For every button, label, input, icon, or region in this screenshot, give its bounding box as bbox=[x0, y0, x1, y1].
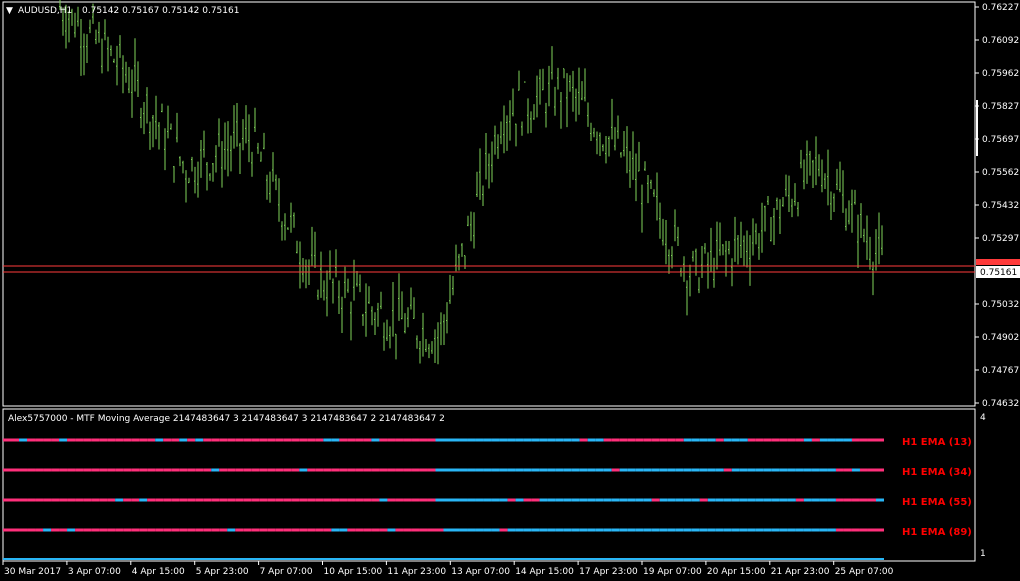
symbol-title: AUDUSD,H1 bbox=[18, 6, 72, 16]
time-tick-label: 19 Apr 07:00 bbox=[643, 567, 702, 577]
dropdown-arrow-icon[interactable]: ▼ bbox=[6, 6, 13, 16]
time-tick-label: 13 Apr 07:00 bbox=[451, 567, 510, 577]
time-tick-label: 30 Mar 2017 bbox=[4, 567, 61, 577]
scroll-indicator[interactable] bbox=[976, 100, 978, 156]
ohlc-values: 0.75142 0.75167 0.75142 0.75161 bbox=[82, 6, 239, 16]
indicator-title: Alex5757000 - MTF Moving Average 2147483… bbox=[8, 414, 445, 424]
chart-window[interactable]: 0.76227 0.76092 0.75962 0.75827 0.75697 0.755… bbox=[0, 0, 1020, 581]
price-tick-label: 0.76092 bbox=[982, 36, 1019, 46]
price-tick-label: 0.74632 bbox=[982, 399, 1019, 409]
ema-label-34: H1 EMA (34) bbox=[902, 467, 972, 478]
price-axis: 0.76227 0.76092 0.75962 0.75827 0.75697 0.755… bbox=[975, 3, 1019, 409]
price-panel[interactable] bbox=[2, 1, 976, 407]
ema-label-13: H1 EMA (13) bbox=[902, 437, 972, 448]
price-tick-label: 0.75697 bbox=[982, 135, 1019, 145]
ema-label-89: H1 EMA (89) bbox=[902, 527, 972, 538]
time-tick-label: 21 Apr 23:00 bbox=[771, 567, 830, 577]
indicator-scale-bottom: 1 bbox=[980, 549, 986, 559]
time-tick-label: 5 Apr 23:00 bbox=[196, 567, 249, 577]
current-price-label: 0.75161 bbox=[980, 268, 1017, 278]
time-tick-label: 4 Apr 15:00 bbox=[132, 567, 185, 577]
price-tick-label: 0.75432 bbox=[982, 201, 1019, 211]
price-tick-label: 0.76227 bbox=[982, 3, 1019, 13]
price-tick-label: 0.74902 bbox=[982, 333, 1019, 343]
time-tick-label: 25 Apr 07:00 bbox=[835, 567, 894, 577]
time-axis: 30 Mar 2017 3 Apr 07:00 4 Apr 15:00 5 Apr 2… bbox=[2, 561, 894, 577]
ema-label-55: H1 EMA (55) bbox=[902, 497, 972, 508]
time-tick-label: 17 Apr 23:00 bbox=[579, 567, 638, 577]
time-tick-label: 3 Apr 07:00 bbox=[68, 567, 121, 577]
time-tick-label: 10 Apr 15:00 bbox=[324, 567, 383, 577]
indicator-panel[interactable] bbox=[2, 408, 976, 562]
time-tick-label: 14 Apr 15:00 bbox=[515, 567, 574, 577]
price-tick-label: 0.75962 bbox=[982, 69, 1019, 79]
price-tick-label: 0.75297 bbox=[982, 234, 1019, 244]
time-tick-label: 11 Apr 23:00 bbox=[387, 567, 446, 577]
bid-price-marker bbox=[976, 259, 1020, 265]
time-tick-label: 20 Apr 15:00 bbox=[707, 567, 766, 577]
indicator-scale-top: 4 bbox=[980, 413, 986, 423]
price-tick-label: 0.75827 bbox=[982, 102, 1019, 112]
price-tick-label: 0.74767 bbox=[982, 366, 1019, 376]
price-tick-label: 0.75032 bbox=[982, 300, 1019, 310]
time-tick-label: 7 Apr 07:00 bbox=[260, 567, 313, 577]
price-tick-label: 0.75562 bbox=[982, 168, 1019, 178]
